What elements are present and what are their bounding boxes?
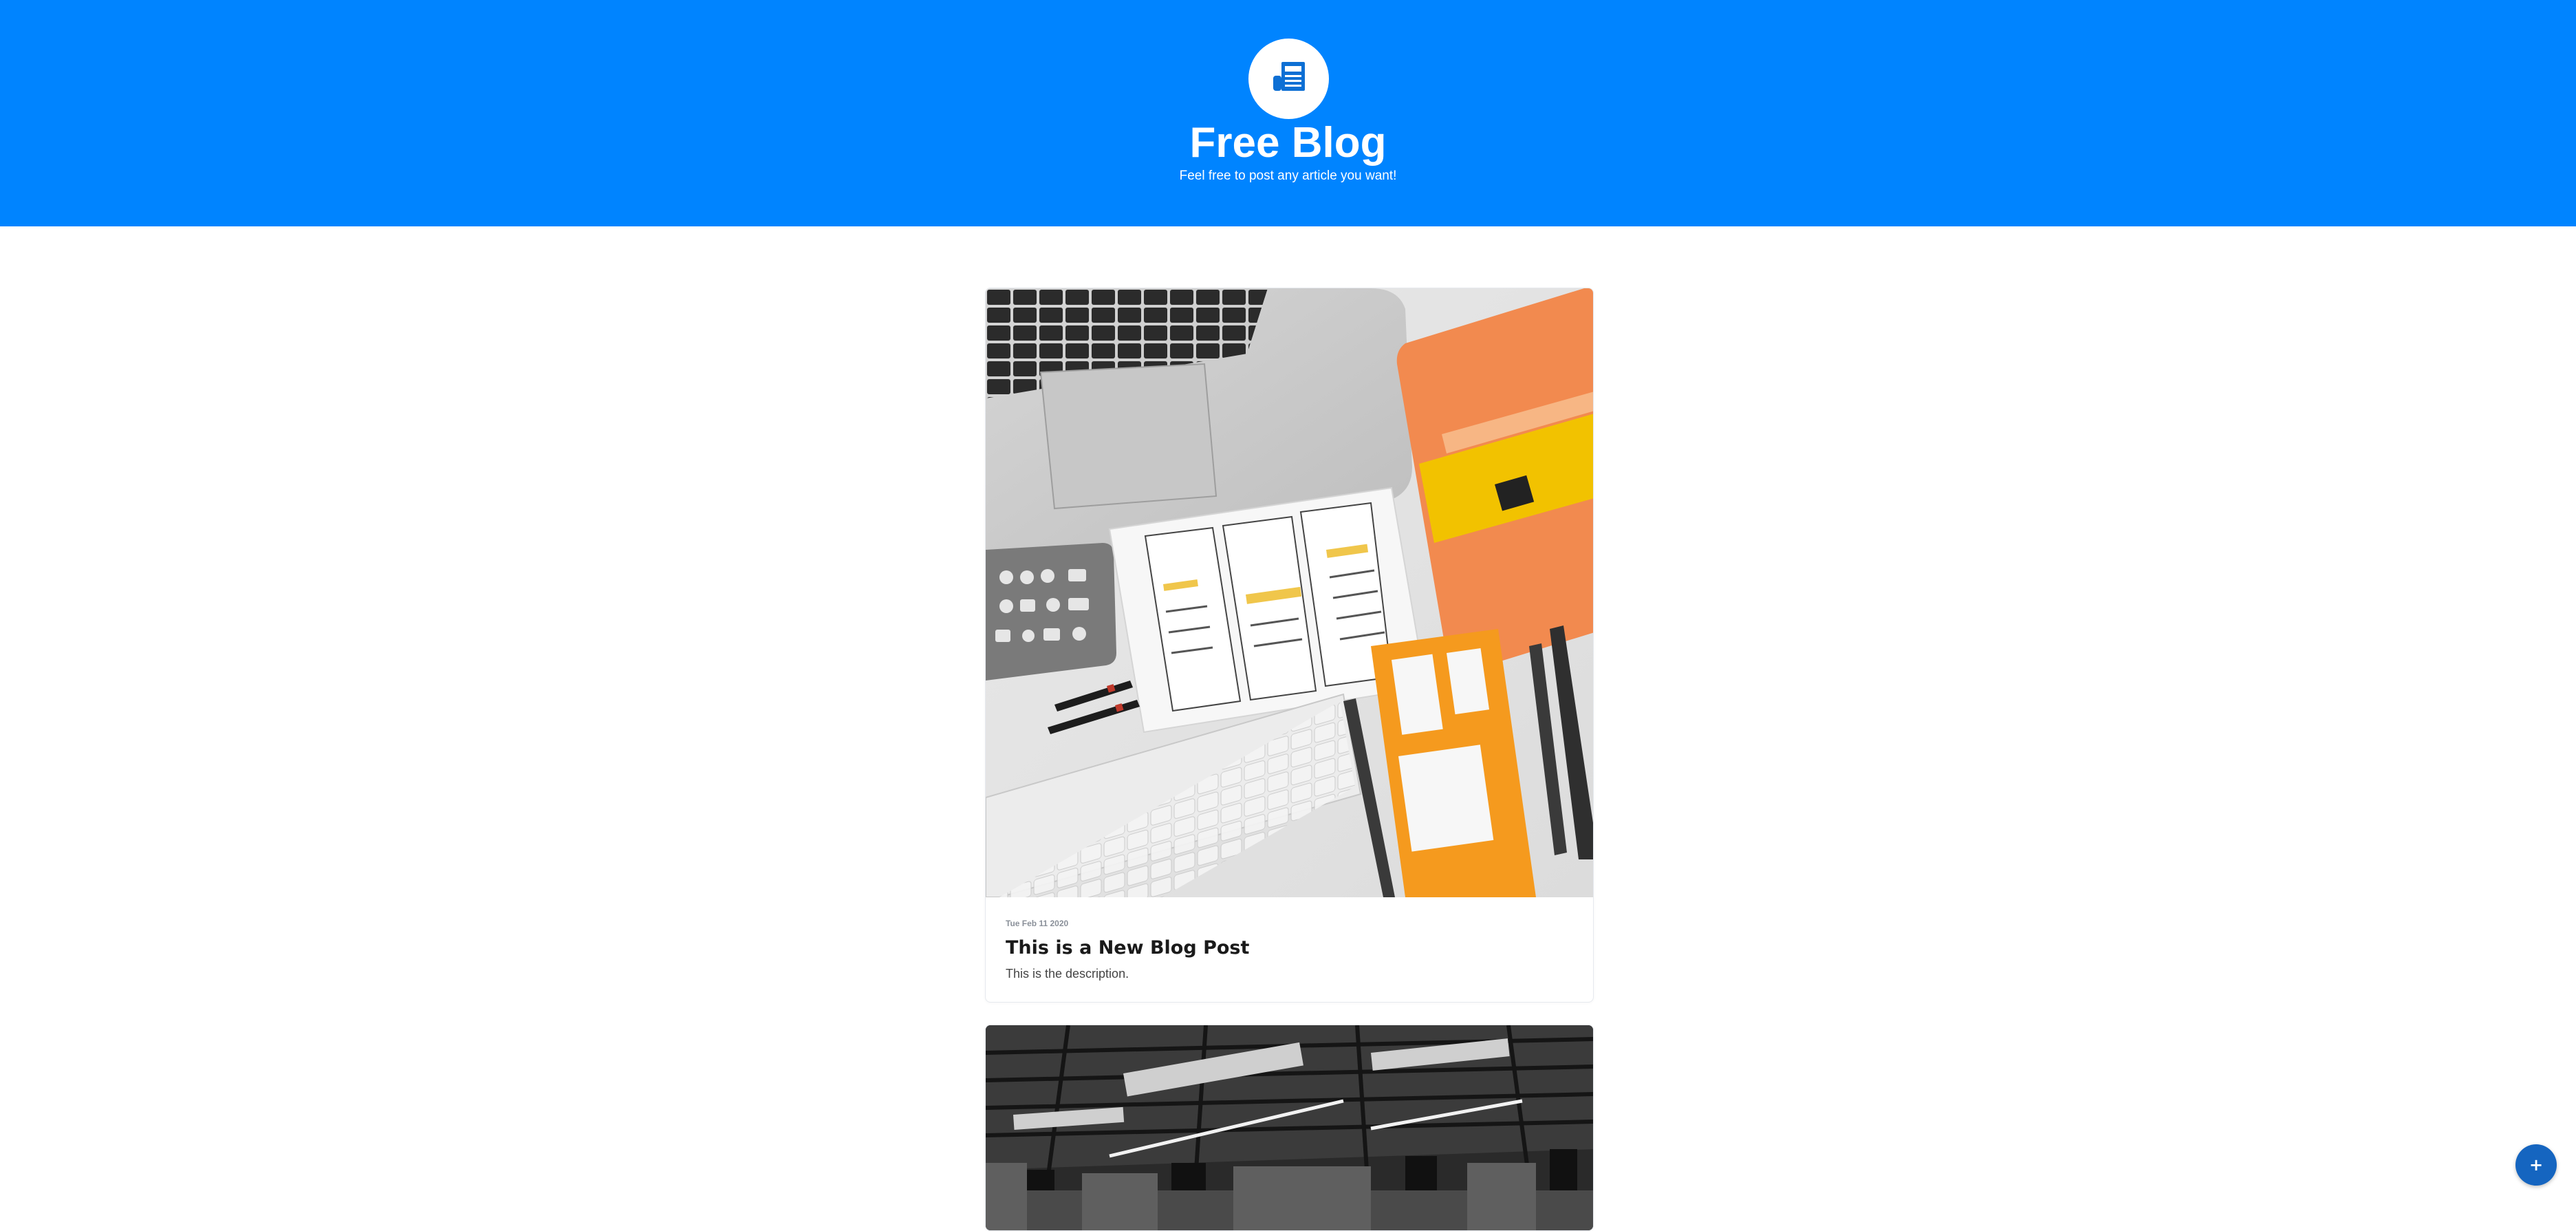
add-post-button[interactable]: +	[2515, 1144, 2557, 1186]
post-card[interactable]	[985, 1025, 1594, 1231]
post-image	[986, 288, 1593, 897]
newspaper-icon	[1273, 62, 1305, 91]
post-date: Tue Feb 11 2020	[1006, 919, 1069, 928]
post-title[interactable]: This is a New Blog Post	[1006, 937, 1249, 959]
post-description: This is the description.	[1006, 967, 1129, 981]
post-card[interactable]: Tue Feb 11 2020 This is a New Blog Post …	[985, 288, 1594, 1003]
site-title: Free Blog	[1189, 119, 1387, 167]
site-logo	[1248, 39, 1329, 119]
site-tagline: Feel free to post any article you want!	[1179, 169, 1397, 183]
post-image	[986, 1025, 1593, 1230]
site-header: Free Blog Feel free to post any article …	[0, 0, 2576, 226]
